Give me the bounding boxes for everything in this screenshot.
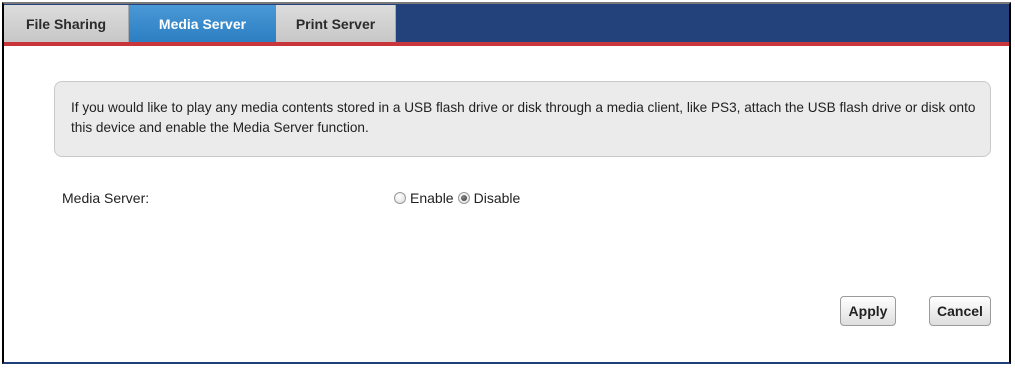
enable-radio[interactable]: [394, 192, 406, 204]
info-text: If you would like to play any media cont…: [71, 100, 976, 135]
disable-option[interactable]: Disable: [457, 190, 525, 206]
info-box: If you would like to play any media cont…: [54, 81, 991, 157]
tab-print-server[interactable]: Print Server: [276, 5, 396, 42]
disable-radio[interactable]: [457, 192, 470, 204]
tab-file-sharing[interactable]: File Sharing: [4, 5, 129, 42]
tab-media-server[interactable]: Media Server: [129, 5, 276, 42]
tab-underline: [4, 42, 1009, 46]
window-frame: File Sharing Media Server Print Server I…: [2, 2, 1011, 364]
enable-option[interactable]: Enable: [394, 190, 458, 206]
apply-button[interactable]: Apply: [840, 296, 896, 326]
media-server-label: Media Server:: [62, 190, 150, 206]
enable-label: Enable: [410, 190, 454, 206]
tab-bar: File Sharing Media Server Print Server: [4, 4, 1009, 42]
disable-label: Disable: [473, 190, 521, 206]
media-server-radio-group: Enable Disable: [394, 190, 524, 206]
cancel-button[interactable]: Cancel: [929, 296, 991, 326]
